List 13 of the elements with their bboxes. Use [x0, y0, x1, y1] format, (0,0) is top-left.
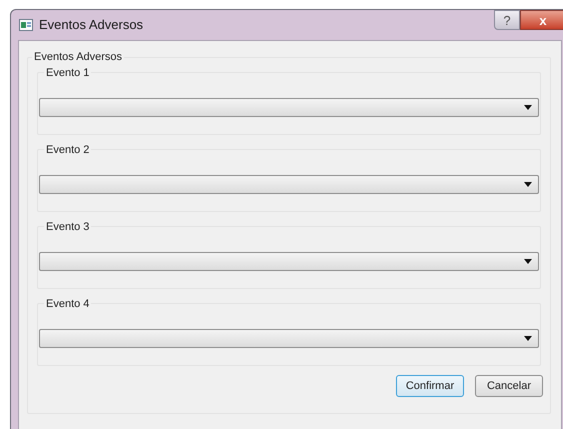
confirm-button[interactable]: Confirmar	[396, 375, 464, 397]
event-dropdown[interactable]	[39, 98, 539, 117]
cancel-button[interactable]: Cancelar	[475, 375, 543, 397]
app-icon	[19, 19, 33, 31]
caret-icon	[524, 336, 532, 341]
caret-icon	[524, 105, 532, 110]
help-button[interactable]: ?	[494, 10, 520, 30]
caret-icon	[524, 259, 532, 264]
window-title: Eventos Adversos	[39, 16, 144, 34]
event-dropdown[interactable]	[39, 175, 539, 194]
caret-icon	[524, 182, 532, 187]
event-dropdown[interactable]	[39, 252, 539, 271]
event-dropdown[interactable]	[39, 329, 539, 348]
